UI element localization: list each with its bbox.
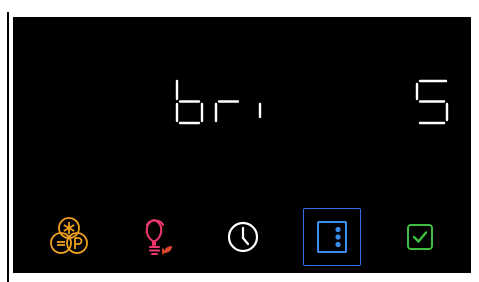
lightbulb-leaf-icon	[145, 218, 172, 255]
setting-name-segments	[175, 79, 262, 125]
display-area: bri 5	[13, 17, 471, 177]
favorites-button[interactable]	[40, 208, 98, 266]
control-panel: bri 5	[13, 17, 471, 273]
setting-value: 5	[413, 79, 453, 125]
timer-button[interactable]	[214, 208, 272, 266]
frame-border	[7, 12, 9, 282]
door-menu-icon	[317, 221, 347, 253]
snowflake-p-icon	[50, 217, 88, 254]
light-button[interactable]	[128, 208, 186, 266]
setting-name: bri	[174, 79, 274, 125]
setting-value-segments	[415, 79, 449, 125]
clock-icon	[227, 221, 259, 253]
checkbox-icon	[407, 224, 433, 250]
settings-button[interactable]	[303, 208, 361, 266]
confirm-button[interactable]	[391, 208, 449, 266]
